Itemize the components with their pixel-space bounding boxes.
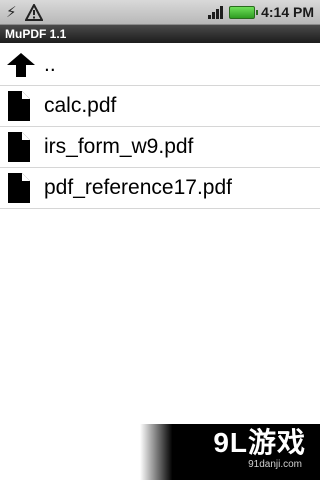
file-list: .. calc.pdf irs_form_w9.pdf pdf_referenc… xyxy=(0,45,320,209)
app-title: MuPDF 1.1 xyxy=(5,27,67,41)
notification-area: ⚡ xyxy=(6,3,43,21)
document-icon xyxy=(8,91,30,121)
status-bar: ⚡ 4:14 PM xyxy=(0,0,320,25)
watermark-brand: 9L游戏 xyxy=(213,427,306,458)
title-bar: MuPDF 1.1 xyxy=(0,25,320,43)
list-item-file[interactable]: calc.pdf xyxy=(0,86,320,127)
clock-ampm: PM xyxy=(293,4,314,20)
list-item-file[interactable]: irs_form_w9.pdf xyxy=(0,127,320,168)
signal-icon xyxy=(208,5,224,19)
up-arrow-icon xyxy=(7,53,35,77)
battery-icon xyxy=(229,5,259,19)
clock: 4:14 PM xyxy=(261,2,314,22)
list-item-label: calc.pdf xyxy=(44,94,117,117)
document-icon xyxy=(8,173,30,203)
list-item-label: irs_form_w9.pdf xyxy=(44,135,194,158)
document-icon xyxy=(8,132,30,162)
warning-icon xyxy=(24,3,43,21)
list-item-parent[interactable]: .. xyxy=(0,45,320,86)
list-item-label: .. xyxy=(44,53,56,76)
system-tray: 4:14 PM xyxy=(208,2,314,22)
clock-time: 4:14 xyxy=(261,4,290,20)
watermark-url: 91danji.com xyxy=(248,459,302,470)
watermark: 9L游戏 91danji.com xyxy=(140,424,320,480)
usb-icon: ⚡ xyxy=(6,3,17,21)
list-item-label: pdf_reference17.pdf xyxy=(44,176,232,199)
list-item-file[interactable]: pdf_reference17.pdf xyxy=(0,168,320,209)
